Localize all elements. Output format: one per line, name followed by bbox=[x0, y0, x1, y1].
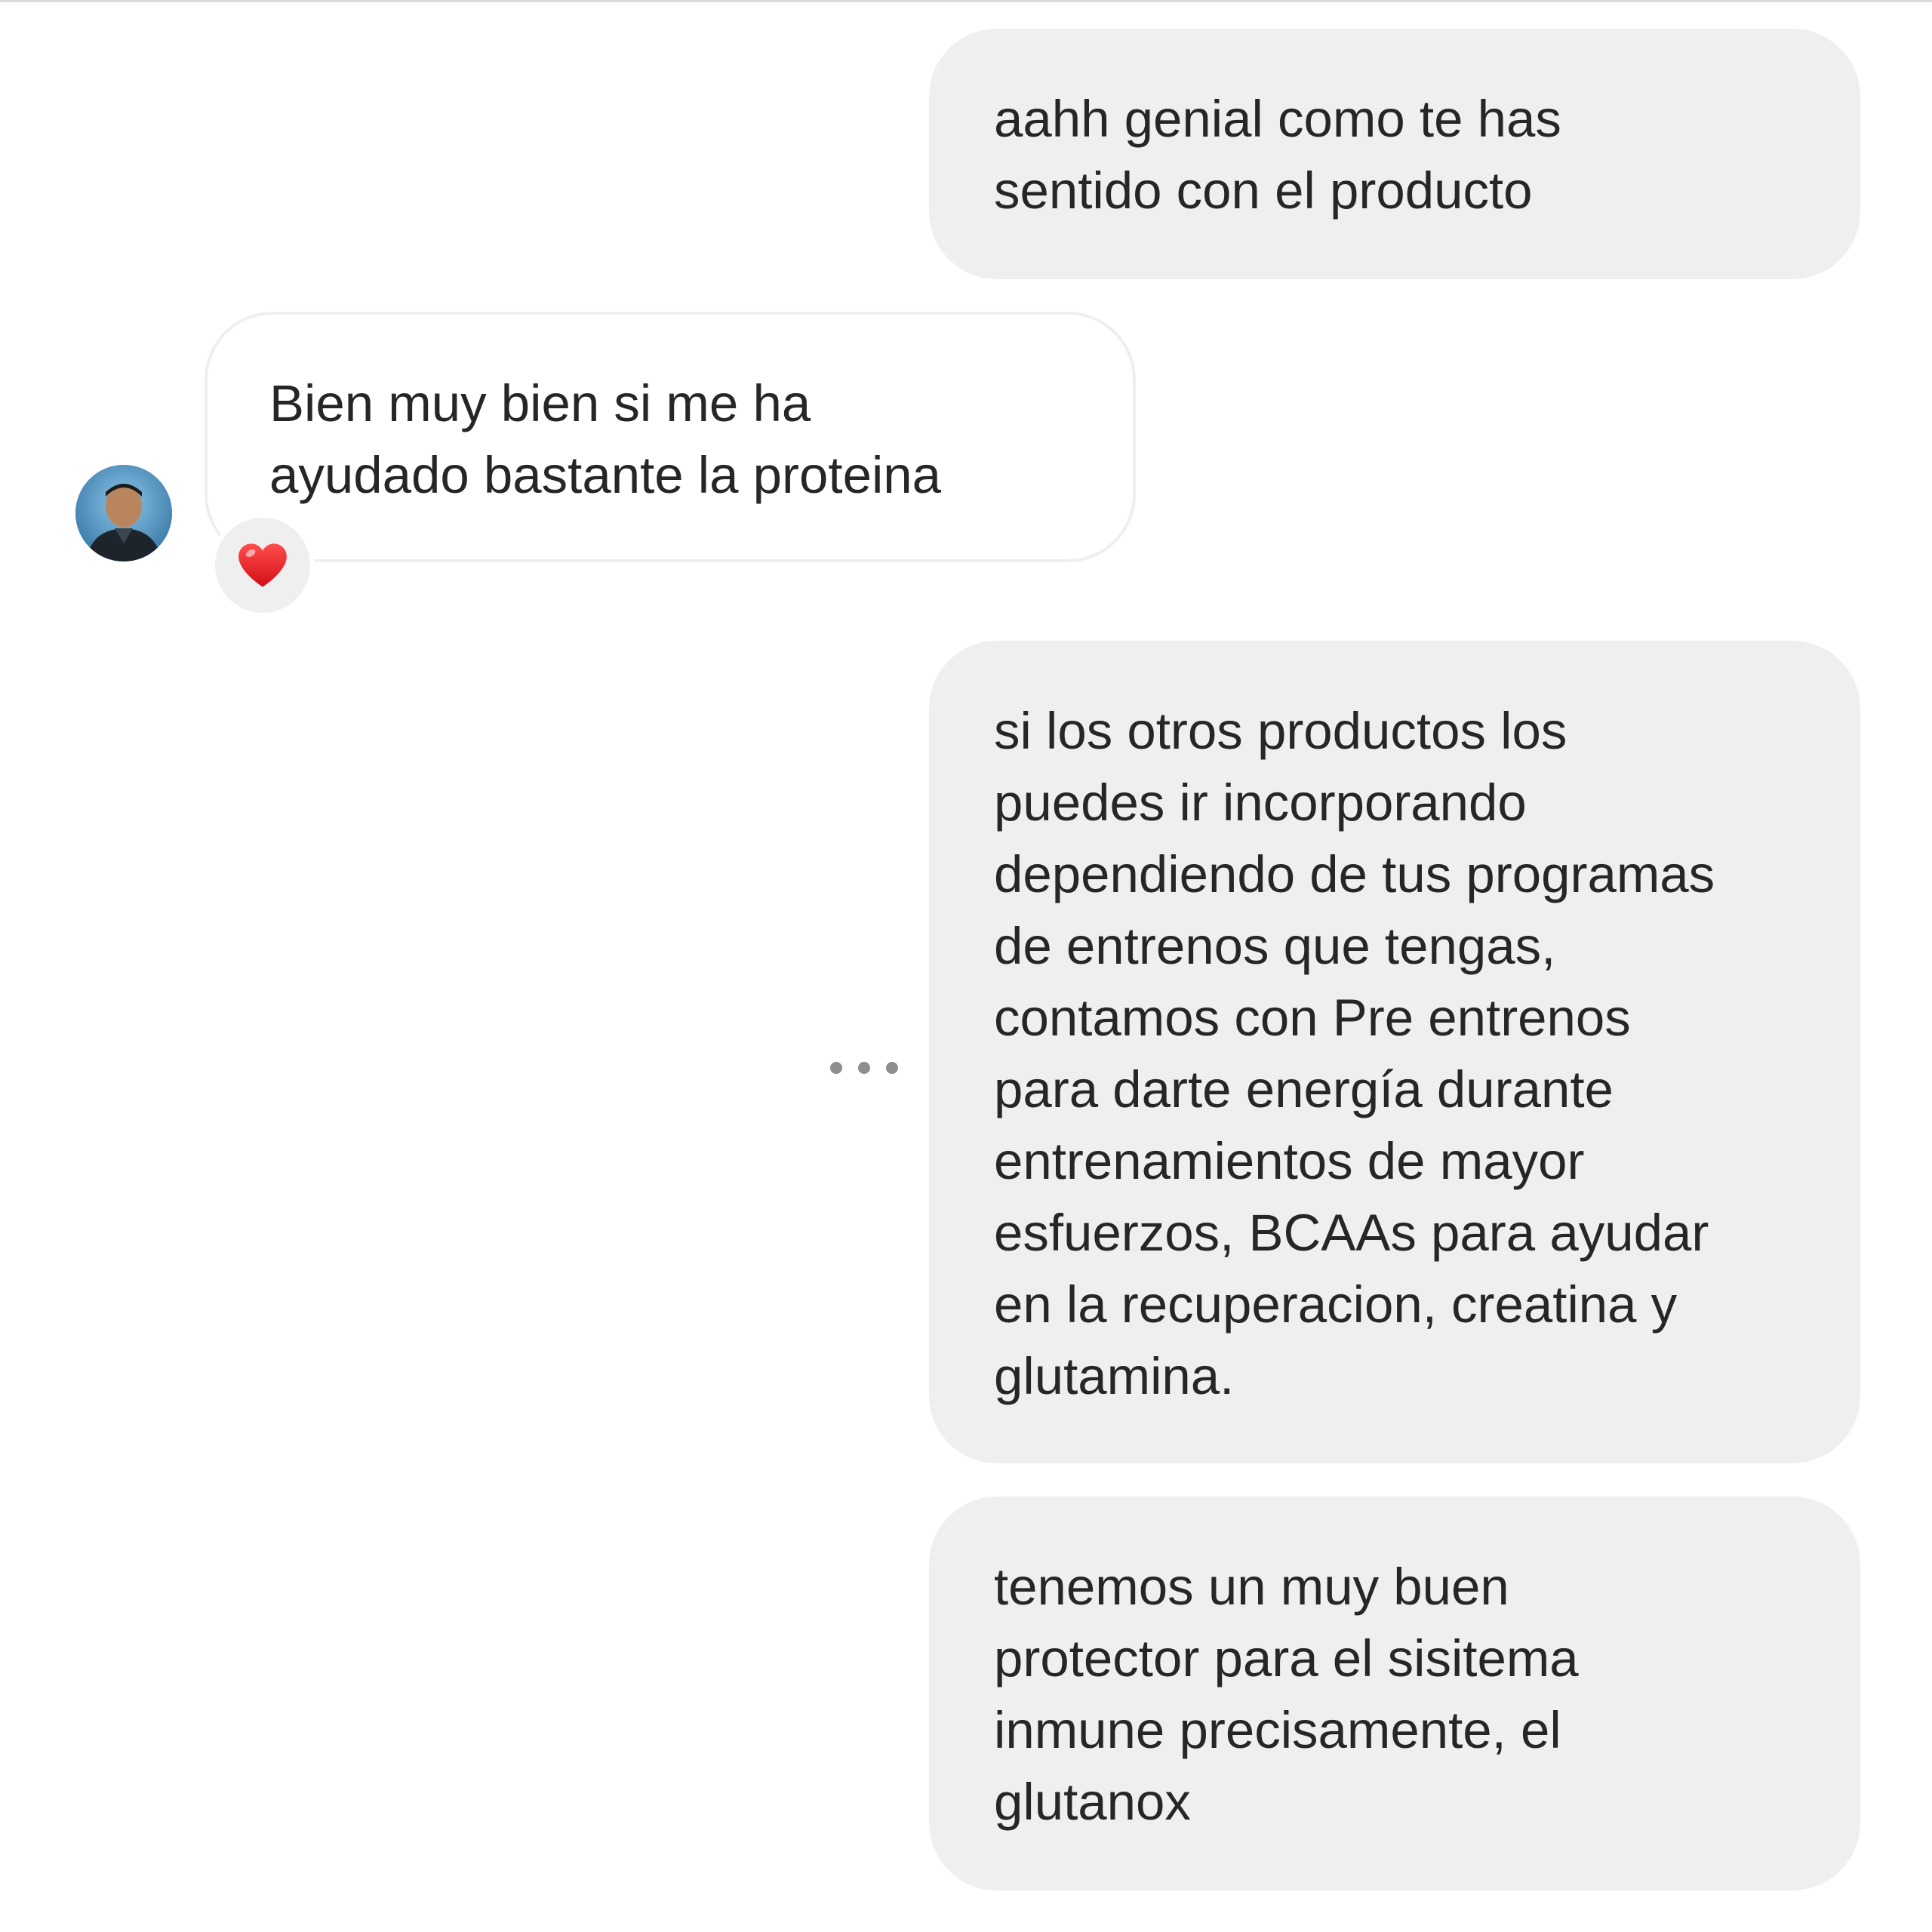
dot bbox=[886, 1062, 898, 1074]
message-text-line: contamos con Pre entrenos bbox=[994, 989, 1631, 1047]
outgoing-message-bubble[interactable]: si los otros productos los puedes ir inc… bbox=[929, 641, 1860, 1463]
message-text-line: de entrenos que tengas, bbox=[994, 917, 1556, 975]
contact-avatar[interactable] bbox=[75, 465, 172, 561]
message-text-line: glutanox bbox=[994, 1773, 1191, 1831]
message-text-line: glutamina. bbox=[994, 1347, 1235, 1405]
message-text-line: sentido con el producto bbox=[994, 162, 1533, 220]
message-text-line: Bien muy bien si me ha bbox=[269, 374, 811, 432]
outgoing-message-bubble[interactable]: tenemos un muy buen protector para el si… bbox=[929, 1497, 1860, 1890]
message-text-line: para darte energía durante bbox=[994, 1060, 1614, 1118]
message-text-line: tenemos un muy buen bbox=[994, 1558, 1509, 1616]
message-text-line: si los otros productos los bbox=[994, 702, 1567, 760]
message-text-line: ayudado bastante la proteina bbox=[269, 446, 942, 504]
incoming-message-bubble[interactable]: Bien muy bien si me ha ayudado bastante … bbox=[205, 312, 1136, 562]
heart-icon bbox=[238, 543, 287, 587]
message-text-line: entrenamientos de mayor bbox=[994, 1132, 1585, 1190]
message-reaction[interactable] bbox=[211, 513, 315, 617]
avatar-image bbox=[75, 465, 172, 561]
message-text-line: esfuerzos, BCAAs para ayudar bbox=[994, 1204, 1709, 1262]
message-text-line: en la recuperacion, creatina y bbox=[994, 1275, 1678, 1334]
message-text-line: puedes ir incorporando bbox=[994, 774, 1527, 832]
message-text-line: inmune precisamente, el bbox=[994, 1701, 1561, 1759]
message-text-line: dependiendo de tus programas bbox=[994, 845, 1715, 903]
top-divider bbox=[0, 0, 1932, 2]
message-text-line: protector para el sisitema bbox=[994, 1629, 1579, 1687]
outgoing-message-bubble[interactable]: aahh genial como te has sentido con el p… bbox=[929, 29, 1860, 279]
dot bbox=[858, 1062, 870, 1074]
more-options-icon[interactable] bbox=[830, 1053, 898, 1083]
dot bbox=[830, 1062, 842, 1074]
message-text-line: aahh genial como te has bbox=[994, 90, 1561, 148]
